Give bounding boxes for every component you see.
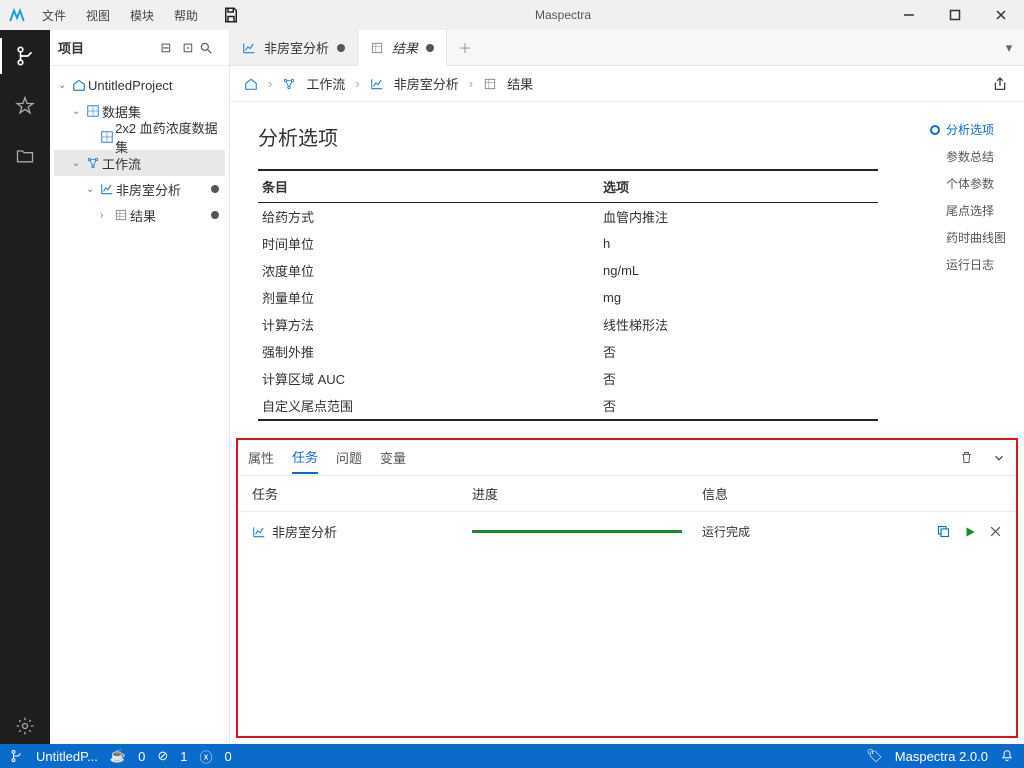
collapse-icon[interactable]: ⊟ <box>155 40 177 56</box>
crumb-home-icon[interactable] <box>244 77 258 91</box>
dirty-dot-icon <box>211 185 219 193</box>
titlebar: 文件 视图 模块 帮助 Maspectra <box>0 0 1024 30</box>
chart-icon <box>242 41 256 55</box>
sidebar-title: 项目 <box>58 38 155 57</box>
table-row: 浓度单位ng/mL <box>258 257 878 284</box>
tab-result[interactable]: 结果 <box>358 30 447 66</box>
tree-project[interactable]: ⌄UntitledProject <box>54 72 225 98</box>
toc-curve[interactable]: 药时曲线图 <box>930 224 1018 251</box>
status-bell-icon[interactable] <box>1000 749 1014 763</box>
rail-source-control[interactable] <box>0 38 50 74</box>
table-row: 自定义尾点范围否 <box>258 392 878 420</box>
task-copy-icon[interactable] <box>936 524 951 539</box>
menu-file[interactable]: 文件 <box>34 3 74 28</box>
window-maximize[interactable] <box>932 0 978 30</box>
panel-tab-attr[interactable]: 属性 <box>248 442 274 473</box>
table-row: 计算方法线性梯形法 <box>258 311 878 338</box>
tree-dataset-item[interactable]: 2x2 血药浓度数据集 <box>54 124 225 150</box>
table-row: 给药方式血管内推注 <box>258 203 878 231</box>
tab-nca[interactable]: 非房室分析 <box>230 30 358 65</box>
share-icon[interactable] <box>992 76 1008 92</box>
toc-log[interactable]: 运行日志 <box>930 251 1018 278</box>
menu-help[interactable]: 帮助 <box>166 3 206 28</box>
task-run-icon[interactable] <box>963 525 977 539</box>
document-view: 分析选项 条目选项 给药方式血管内推注时间单位h浓度单位ng/mL剂量单位mg计… <box>230 102 924 438</box>
table-row: 计算区域 AUC否 <box>258 365 878 392</box>
tree-result[interactable]: ›结果 <box>54 202 225 228</box>
panel-chevron-down-icon[interactable] <box>992 445 1006 471</box>
chart-icon <box>252 525 266 539</box>
panel-tab-task[interactable]: 任务 <box>292 441 318 474</box>
crumb-workflow-icon <box>282 77 296 91</box>
toc-individual[interactable]: 个体参数 <box>930 170 1018 197</box>
status-version[interactable]: Maspectra 2.0.0 <box>895 749 988 764</box>
table-row: 剂量单位mg <box>258 284 878 311</box>
toc-tail[interactable]: 尾点选择 <box>930 197 1018 224</box>
toc-summary[interactable]: 参数总结 <box>930 143 1018 170</box>
crumb-chart-icon <box>370 77 384 91</box>
panel-tab-issue[interactable]: 问题 <box>336 442 362 473</box>
editor-tabs: 非房室分析 结果 ＋ ▾ <box>230 30 1024 66</box>
bottom-panel: 属性 任务 问题 变量 任务 进度 信息 非房室分析 运行完成 <box>236 438 1018 738</box>
tab-add[interactable]: ＋ <box>447 30 483 65</box>
toc-analysis[interactable]: 分析选项 <box>930 116 1018 143</box>
status-project[interactable]: UntitledP... <box>36 749 98 764</box>
rail-settings[interactable] <box>0 708 50 744</box>
app-title: Maspectra <box>240 8 886 22</box>
crumb-result[interactable]: 结果 <box>507 74 533 93</box>
menu-view[interactable]: 视图 <box>78 3 118 28</box>
project-sidebar: 项目 ⊟ ⊡ ⌄UntitledProject ⌄数据集 2x2 血药浓度数据集… <box>50 30 230 744</box>
tree-nca[interactable]: ⌄非房室分析 <box>54 176 225 202</box>
window-close[interactable] <box>978 0 1024 30</box>
status-bar: UntitledP... ☕0 ⊘1 ⓧ0 🏷 Maspectra 2.0.0 <box>0 744 1024 768</box>
options-table: 条目选项 给药方式血管内推注时间单位h浓度单位ng/mL剂量单位mg计算方法线性… <box>258 169 878 421</box>
window-minimize[interactable] <box>886 0 932 30</box>
col-info: 信息 <box>702 484 1002 503</box>
col-progress: 进度 <box>472 484 702 503</box>
tab-dirty-icon <box>337 44 345 52</box>
col-task: 任务 <box>252 484 472 503</box>
tab-more[interactable]: ▾ <box>994 30 1024 65</box>
tab-dirty-icon <box>426 44 434 52</box>
panel-tab-var[interactable]: 变量 <box>380 442 406 473</box>
task-row[interactable]: 非房室分析 运行完成 <box>238 512 1016 551</box>
crumb-nca[interactable]: 非房室分析 <box>394 74 459 93</box>
table-row: 强制外推否 <box>258 338 878 365</box>
status-branch-icon[interactable] <box>10 749 24 763</box>
rail-folder[interactable] <box>0 138 50 174</box>
new-window-icon[interactable]: ⊡ <box>177 40 199 56</box>
breadcrumb: › 工作流 › 非房室分析 › 结果 <box>230 66 1024 102</box>
table-icon <box>370 41 384 55</box>
table-row: 时间单位h <box>258 230 878 257</box>
status-db-icon: ☕ <box>110 748 126 764</box>
heading-analysis: 分析选项 <box>258 122 896 151</box>
rail-star[interactable] <box>0 88 50 124</box>
menu-module[interactable]: 模块 <box>122 3 162 28</box>
app-logo-icon <box>8 6 26 24</box>
status-tag-icon: 🏷 <box>866 748 883 764</box>
task-close-icon[interactable] <box>989 525 1002 538</box>
save-button[interactable] <box>222 6 240 24</box>
crumb-table-icon <box>483 77 497 91</box>
dirty-dot-icon <box>211 211 219 219</box>
search-icon[interactable] <box>199 41 221 55</box>
toc: 分析选项 参数总结 个体参数 尾点选择 药时曲线图 运行日志 <box>924 102 1024 438</box>
activity-bar <box>0 30 50 744</box>
progress-bar <box>472 530 682 533</box>
crumb-workflow[interactable]: 工作流 <box>306 74 345 93</box>
panel-trash-icon[interactable] <box>959 444 974 471</box>
